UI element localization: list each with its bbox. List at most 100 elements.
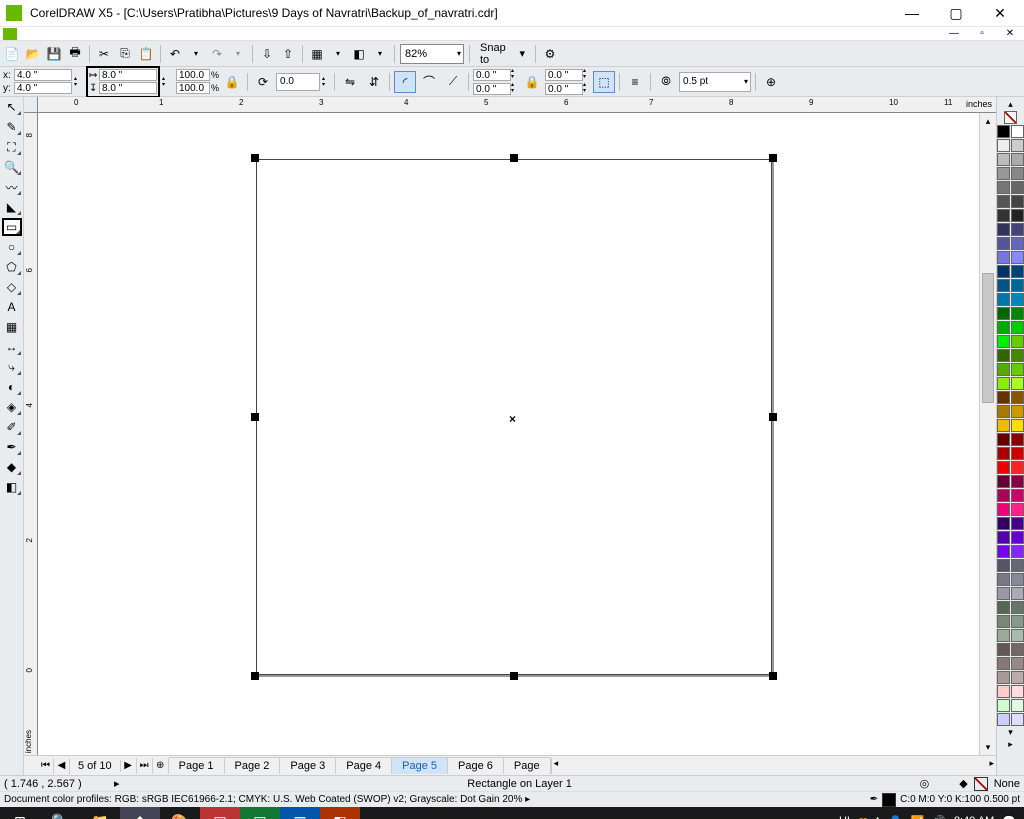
print-button[interactable]: 🖶 bbox=[66, 45, 84, 63]
tray-volume-icon[interactable]: 🔊 bbox=[932, 815, 946, 819]
zoom-tool[interactable]: 🔍 bbox=[2, 158, 22, 176]
first-page-button[interactable]: ⏮ bbox=[38, 758, 54, 774]
rotation-input[interactable]: 0.0 bbox=[276, 73, 320, 91]
rotation-spinner[interactable] bbox=[322, 76, 330, 88]
corner-tr-input[interactable] bbox=[545, 69, 583, 81]
export-button[interactable]: ⇧ bbox=[279, 45, 297, 63]
task-app-2[interactable]: ▣ bbox=[200, 807, 240, 819]
color-swatch[interactable] bbox=[1011, 461, 1024, 474]
last-page-button[interactable]: ⏭ bbox=[137, 758, 153, 774]
height-input[interactable] bbox=[99, 82, 157, 94]
hscroll-right[interactable]: ▸ bbox=[989, 758, 994, 769]
tray-chevron-icon[interactable]: ˄ bbox=[874, 815, 880, 819]
task-app-1[interactable]: 🎨 bbox=[160, 807, 200, 819]
color-swatch[interactable] bbox=[997, 699, 1010, 712]
table-tool[interactable]: ▦ bbox=[2, 318, 22, 336]
fill-indicator-icon[interactable]: ◆ bbox=[959, 777, 967, 790]
close-button[interactable]: ✕ bbox=[978, 1, 1022, 25]
color-swatch[interactable] bbox=[997, 713, 1010, 726]
handle-mid-right[interactable] bbox=[769, 413, 777, 421]
color-swatch[interactable] bbox=[997, 321, 1010, 334]
handle-mid-left[interactable] bbox=[251, 413, 259, 421]
color-swatch[interactable] bbox=[1011, 531, 1024, 544]
task-explorer[interactable]: 📁 bbox=[80, 807, 120, 819]
wrap-text-button[interactable]: ≡ bbox=[624, 71, 646, 93]
color-swatch[interactable] bbox=[1011, 293, 1024, 306]
color-swatch[interactable] bbox=[997, 545, 1010, 558]
color-swatch[interactable] bbox=[997, 195, 1010, 208]
color-swatch[interactable] bbox=[997, 531, 1010, 544]
palette-scroll-down[interactable]: ▾ bbox=[1008, 727, 1013, 738]
maximize-button[interactable]: ▢ bbox=[934, 1, 978, 25]
color-swatch[interactable] bbox=[1011, 587, 1024, 600]
interactive-fill-tool[interactable]: ◧ bbox=[2, 478, 22, 496]
page-tab-4[interactable]: Page 4 bbox=[336, 757, 392, 774]
zoom-level-select[interactable]: 82%▾ bbox=[400, 44, 464, 64]
vertical-scrollbar[interactable]: ▴ ▾ bbox=[979, 113, 996, 755]
fill-none-swatch[interactable] bbox=[974, 777, 988, 791]
color-swatch[interactable] bbox=[1011, 363, 1024, 376]
y-position-input[interactable] bbox=[14, 82, 72, 94]
color-swatch[interactable] bbox=[1011, 321, 1024, 334]
handle-top-mid[interactable] bbox=[510, 154, 518, 162]
chamfer-corner-button[interactable]: ⟋ bbox=[442, 71, 464, 93]
color-swatch[interactable] bbox=[1011, 405, 1024, 418]
welcome-button[interactable]: ◧ bbox=[350, 45, 368, 63]
app-launcher-dropdown[interactable]: ▾ bbox=[329, 45, 347, 63]
ruler-origin[interactable] bbox=[24, 97, 38, 113]
task-search[interactable]: 🔍 bbox=[40, 807, 80, 819]
start-button[interactable]: ⊞ bbox=[0, 807, 40, 819]
smart-fill-tool[interactable]: ◣ bbox=[2, 198, 22, 216]
color-swatch[interactable] bbox=[1011, 181, 1024, 194]
color-swatch[interactable] bbox=[1011, 573, 1024, 586]
scroll-up-button[interactable]: ▴ bbox=[980, 113, 996, 129]
color-swatch[interactable] bbox=[997, 265, 1010, 278]
color-swatch[interactable] bbox=[997, 391, 1010, 404]
color-swatch[interactable] bbox=[1011, 559, 1024, 572]
color-swatch[interactable] bbox=[997, 671, 1010, 684]
color-swatch[interactable] bbox=[997, 209, 1010, 222]
handle-top-left[interactable] bbox=[251, 154, 259, 162]
color-swatch[interactable] bbox=[997, 503, 1010, 516]
add-page-button[interactable]: ⊕ bbox=[153, 758, 169, 774]
relative-corner-button[interactable]: ⬚ bbox=[593, 71, 615, 93]
color-swatch[interactable] bbox=[997, 685, 1010, 698]
child-restore-button[interactable]: ▫ bbox=[968, 28, 996, 40]
color-swatch[interactable] bbox=[997, 377, 1010, 390]
page-tab-7[interactable]: Page bbox=[504, 757, 551, 774]
color-swatch[interactable] bbox=[997, 559, 1010, 572]
color-swatch[interactable] bbox=[1011, 685, 1024, 698]
color-swatch[interactable] bbox=[1011, 237, 1024, 250]
next-page-button[interactable]: ▶ bbox=[121, 758, 137, 774]
dimension-tool[interactable]: ↔ bbox=[2, 338, 22, 356]
color-swatch[interactable] bbox=[997, 419, 1010, 432]
color-swatch[interactable] bbox=[1011, 419, 1024, 432]
corner-tl-input[interactable] bbox=[473, 69, 511, 81]
horizontal-scrollbar[interactable]: ◂ ▸ bbox=[551, 758, 996, 774]
rectangle-tool[interactable]: ▭ bbox=[2, 218, 22, 236]
crop-tool[interactable]: ⛶ bbox=[2, 138, 22, 156]
color-swatch[interactable] bbox=[997, 629, 1010, 642]
color-swatch[interactable] bbox=[1011, 433, 1024, 446]
outline-swatch[interactable] bbox=[882, 793, 896, 807]
undo-dropdown[interactable]: ▾ bbox=[187, 45, 205, 63]
color-swatch[interactable] bbox=[997, 475, 1010, 488]
color-swatch[interactable] bbox=[1011, 153, 1024, 166]
color-swatch[interactable] bbox=[1011, 251, 1024, 264]
minimize-button[interactable]: — bbox=[890, 1, 934, 25]
options-button[interactable]: ⚙ bbox=[541, 45, 559, 63]
color-swatch[interactable] bbox=[997, 363, 1010, 376]
color-swatch[interactable] bbox=[1011, 643, 1024, 656]
tray-wifi-icon[interactable]: 📶 bbox=[911, 815, 925, 819]
transparency-tool[interactable]: ◈ bbox=[2, 398, 22, 416]
color-swatch[interactable] bbox=[1011, 713, 1024, 726]
lock-ratio-button[interactable]: 🔒 bbox=[221, 71, 243, 93]
color-swatch[interactable] bbox=[1011, 601, 1024, 614]
color-swatch[interactable] bbox=[1011, 475, 1024, 488]
color-swatch[interactable] bbox=[997, 167, 1010, 180]
color-swatch[interactable] bbox=[997, 279, 1010, 292]
scroll-down-button[interactable]: ▾ bbox=[980, 739, 996, 755]
vertical-ruler[interactable]: 8 6 4 2 0 inches bbox=[24, 113, 38, 755]
color-swatch[interactable] bbox=[997, 643, 1010, 656]
color-swatch[interactable] bbox=[1011, 265, 1024, 278]
